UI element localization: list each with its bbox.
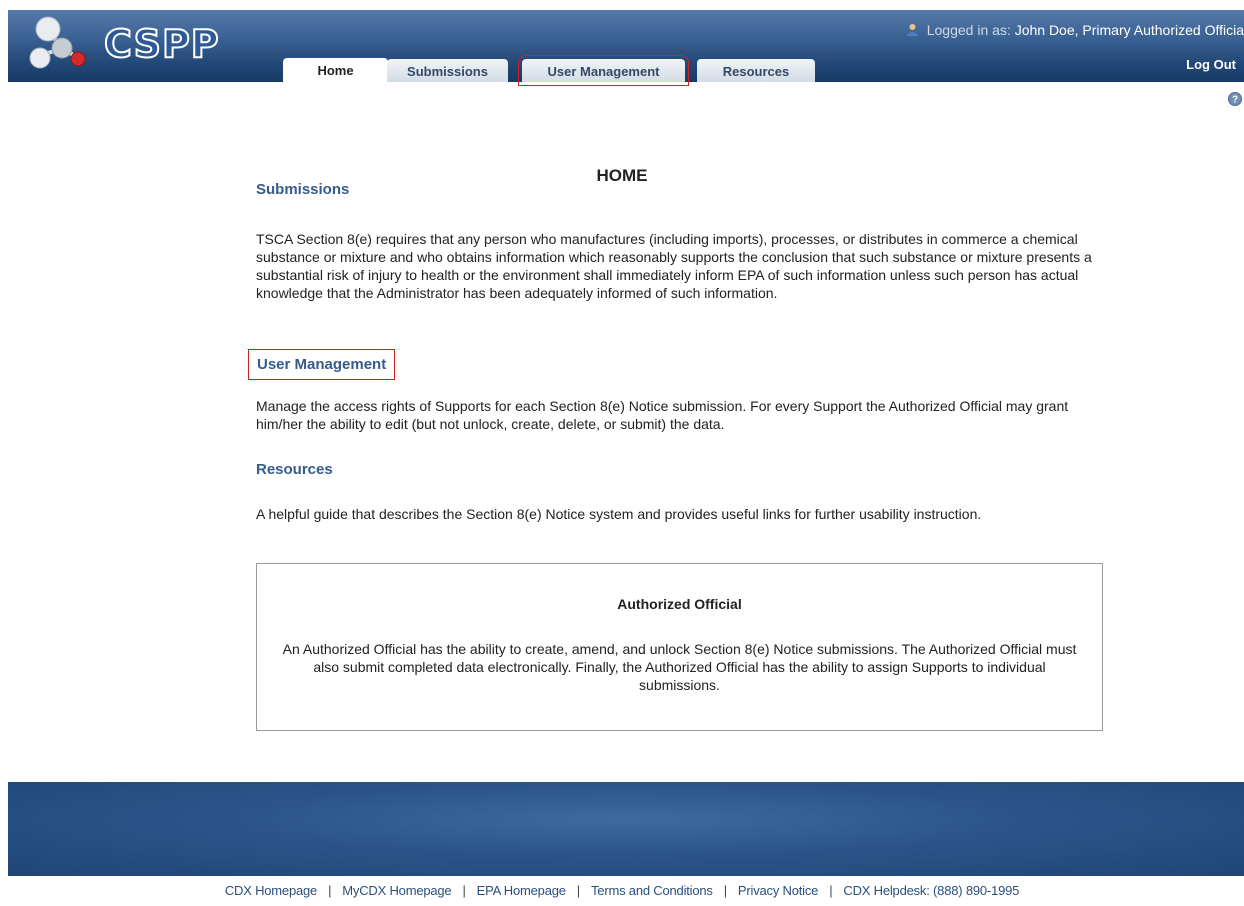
footer-separator: |: [462, 883, 466, 898]
footer-separator: |: [829, 883, 833, 898]
submissions-description: TSCA Section 8(e) requires that any pers…: [256, 231, 1092, 301]
logout-link[interactable]: Log Out: [1186, 57, 1236, 72]
resources-heading: Resources: [256, 461, 333, 478]
tab-label: User Management: [547, 64, 660, 79]
authorized-official-title: Authorized Official: [617, 596, 742, 612]
cspp-logo[interactable]: CSPP: [28, 14, 220, 74]
footer-link-terms[interactable]: Terms and Conditions: [591, 883, 713, 898]
authorized-official-description: An Authorized Official has the ability t…: [282, 641, 1077, 693]
user-management-heading: User Management: [248, 349, 396, 380]
header-bar: CSPP Logged in as: John Doe, Primary Aut…: [8, 10, 1244, 86]
user-icon: [906, 24, 918, 36]
authorized-official-box: Authorized Official An Authorized Offici…: [256, 563, 1103, 731]
help-icon[interactable]: ?: [1228, 92, 1242, 106]
tab-label: Submissions: [407, 64, 488, 79]
footer-link-privacy[interactable]: Privacy Notice: [738, 883, 818, 898]
login-user-name: John Doe, Primary Authorized Officia: [1014, 22, 1244, 38]
footer-separator: |: [723, 883, 727, 898]
footer-link-cdx-homepage[interactable]: CDX Homepage: [225, 883, 317, 898]
tab-submissions[interactable]: Submissions: [387, 59, 508, 82]
tab-resources[interactable]: Resources: [697, 59, 815, 82]
tab-home[interactable]: Home: [283, 58, 388, 82]
footer-separator: |: [328, 883, 332, 898]
footer-band: [8, 782, 1244, 876]
svg-text:?: ?: [1232, 95, 1238, 106]
login-prefix: Logged in as:: [926, 22, 1011, 38]
logo-text: CSPP: [103, 21, 220, 67]
footer-link-mycdx-homepage[interactable]: MyCDX Homepage: [342, 883, 451, 898]
footer-links: CDX Homepage | MyCDX Homepage | EPA Homepage…: [0, 883, 1244, 898]
footer-link-cdx-helpdesk[interactable]: CDX Helpdesk: (888) 890-1995: [843, 883, 1019, 898]
user-management-description: Manage the access rights of Supports for…: [256, 398, 1069, 432]
footer-separator: |: [576, 883, 580, 898]
tab-label: Resources: [722, 64, 790, 79]
footer-link-epa-homepage[interactable]: EPA Homepage: [477, 883, 566, 898]
resources-description: A helpful guide that describes the Secti…: [256, 506, 982, 522]
tab-label: Home: [317, 63, 354, 78]
molecule-logo-icon: [29, 16, 86, 69]
tab-user-management[interactable]: User Management: [518, 55, 689, 86]
login-info: Logged in as: John Doe, Primary Authoriz…: [906, 22, 1244, 38]
submissions-heading: Submissions: [256, 181, 350, 198]
page-title: HOME: [596, 166, 648, 185]
